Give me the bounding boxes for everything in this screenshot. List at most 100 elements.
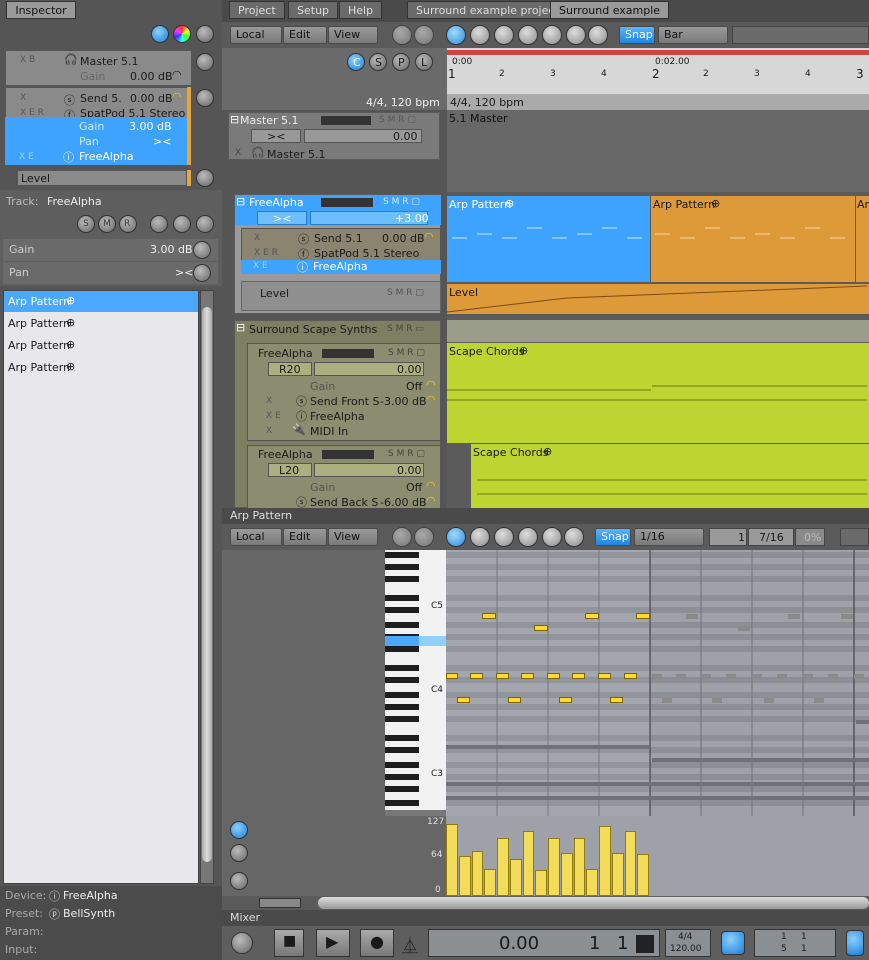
note[interactable] [482, 613, 496, 619]
plus-icon[interactable]: ⊕ [66, 360, 75, 373]
pan-box[interactable]: >< [257, 211, 307, 225]
list-item[interactable]: Arp Pattern ⊕ [4, 291, 198, 312]
list-item[interactable]: Arp Pattern ⊕ [4, 335, 198, 356]
send-knob-icon[interactable]: ◠ [426, 393, 436, 406]
list-scrollbar[interactable] [200, 290, 214, 884]
note[interactable] [624, 673, 637, 679]
hand-tool-icon[interactable] [542, 527, 562, 547]
more-icon[interactable] [150, 215, 168, 233]
stop-button[interactable]: ■ [274, 929, 304, 957]
chevron-down-icon[interactable] [196, 215, 214, 233]
master-track[interactable]: ⊟ Master 5.1 S M R ▢ >< 0.00 X 🎧 Master … [228, 112, 440, 161]
note[interactable] [559, 697, 572, 703]
velocity-bar[interactable] [624, 831, 637, 896]
note[interactable] [446, 673, 458, 679]
list-item[interactable]: Arp Pattern ⊕ [4, 357, 198, 378]
x-button[interactable]: X [266, 426, 272, 436]
length-field[interactable]: 7/16 [748, 528, 794, 546]
eraser-tool-icon[interactable] [518, 25, 538, 45]
note[interactable] [547, 673, 560, 679]
chevron-down-icon[interactable] [196, 53, 214, 71]
plus-icon[interactable]: ⊕ [66, 338, 75, 351]
chevron-down-icon[interactable] [196, 169, 214, 187]
extra-field[interactable] [840, 528, 869, 546]
pan-box[interactable]: R20 [268, 362, 312, 376]
sub1-smr[interactable]: S M R ▢ [388, 348, 425, 358]
menu-help[interactable]: Help [339, 1, 383, 19]
zoom-slider[interactable] [259, 898, 301, 908]
power-icon[interactable] [231, 932, 253, 954]
color-wheel-icon[interactable] [173, 25, 191, 43]
snap-field[interactable] [732, 26, 869, 44]
editor-view-dropdown[interactable]: View [328, 528, 378, 546]
tempo-display[interactable]: 4/4 120.00 [665, 929, 711, 957]
xe-buttons[interactable]: X [266, 396, 272, 406]
velocity-bar[interactable] [573, 838, 586, 896]
freealpha-smr[interactable]: S M R ▢ [383, 197, 420, 207]
note[interactable] [521, 673, 534, 679]
note[interactable] [598, 673, 611, 679]
velocity-bar[interactable] [446, 824, 458, 896]
edit-dropdown[interactable]: Edit [283, 26, 327, 44]
preset-value[interactable]: BellSynth [63, 907, 115, 920]
plus-icon[interactable]: ⊕ [66, 316, 75, 329]
note[interactable] [496, 673, 509, 679]
redo-icon[interactable] [414, 25, 434, 45]
send-knob-icon[interactable]: ◠ [424, 230, 434, 243]
instrument-row[interactable]: X E ⓘ FreeAlpha [241, 260, 441, 274]
snap-value-dropdown[interactable]: Bar [658, 26, 728, 44]
sub2-smr[interactable]: S M R ▢ [388, 449, 425, 459]
editor-snap-dropdown[interactable]: 1/16 [634, 528, 704, 546]
collapse-icon[interactable]: ⊟ [236, 195, 245, 208]
master-smr[interactable]: S M R ▢ [379, 115, 416, 125]
gain-knob-icon[interactable]: ◠ [426, 378, 436, 391]
arrow-tool-icon[interactable] [446, 25, 466, 45]
piano-roll[interactable] [446, 550, 869, 816]
velocity-bar[interactable] [548, 838, 560, 896]
velocity-bar[interactable] [522, 831, 535, 896]
collapse-icon[interactable]: ⊟ [236, 321, 245, 334]
level-row[interactable]: Level S M R ▢ [241, 281, 441, 311]
stop-icon[interactable] [173, 215, 191, 233]
hand-tool-icon[interactable] [566, 25, 586, 45]
snap-toggle[interactable]: Snap [619, 26, 655, 44]
pan-knob[interactable] [193, 264, 211, 282]
menu-project[interactable]: Project [229, 1, 285, 19]
velocity-bar[interactable] [560, 852, 573, 896]
range-tool-icon[interactable] [470, 25, 490, 45]
menu-setup[interactable]: Setup [288, 1, 339, 19]
x-button[interactable]: X [20, 93, 26, 103]
velocity-bar[interactable] [586, 869, 598, 896]
mute-tool-icon[interactable] [542, 25, 562, 45]
xe-buttons[interactable]: X E [266, 411, 281, 421]
record-button[interactable]: ● [360, 929, 394, 957]
plus-icon[interactable]: ⊕ [66, 294, 75, 307]
velocity-bar[interactable] [458, 856, 471, 896]
pencil-tool-icon[interactable] [494, 25, 514, 45]
editor-local-dropdown[interactable]: Local [230, 528, 282, 546]
chevron-down-icon[interactable] [196, 89, 214, 107]
note[interactable] [585, 613, 599, 619]
metronome-icon[interactable]: ⏅ [402, 932, 418, 956]
note[interactable] [636, 613, 650, 619]
level-smr[interactable]: S M R ▢ [387, 288, 424, 298]
gain-knob[interactable] [193, 241, 211, 259]
note[interactable] [572, 673, 585, 679]
pan-box[interactable]: >< [251, 129, 301, 143]
eraser-tool-icon[interactable] [518, 527, 538, 547]
level-box[interactable]: Level [17, 170, 187, 186]
surround-group-track[interactable]: ⊟ Surround Scape Synths S M R ▭ FreeAlph… [234, 320, 441, 509]
note[interactable] [534, 625, 548, 631]
redo-icon[interactable] [414, 527, 434, 547]
velocity-bar[interactable] [611, 852, 624, 896]
velocity-bar[interactable] [509, 858, 522, 896]
collapse-icon[interactable]: ⊟ [230, 113, 239, 126]
arrow-tool-icon[interactable] [446, 527, 466, 547]
x-button[interactable]: X [254, 233, 260, 243]
horizontal-scrollbar[interactable] [318, 897, 869, 909]
note[interactable] [457, 697, 470, 703]
group-smr[interactable]: S M R ▭ [387, 324, 424, 334]
local-dropdown[interactable]: Local [230, 26, 282, 44]
note[interactable] [508, 697, 521, 703]
sub-track-2[interactable]: FreeAlpha S M R ▢ L20 0.00 Gain Off ◠ ⓢ … [247, 445, 441, 509]
